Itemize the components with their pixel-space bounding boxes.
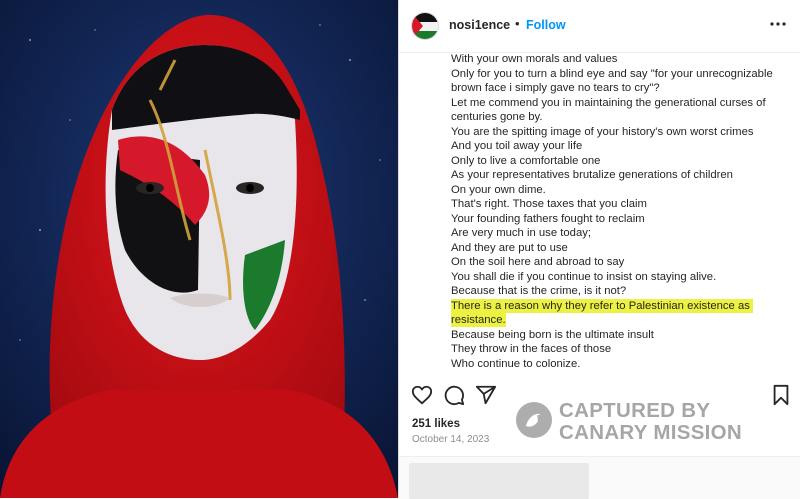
username[interactable]: nosi1ence — [449, 18, 510, 32]
watermark-line-2: CANARY MISSION — [559, 421, 743, 444]
post-details-pane: nosi1ence • Follow With your own morals … — [399, 0, 800, 499]
post-image[interactable] — [0, 0, 398, 498]
share-icon[interactable] — [475, 384, 497, 406]
caption-line: With your own morals and values — [451, 53, 618, 65]
caption-line: Who continue to colonize. — [451, 357, 581, 370]
caption-line: On the soil here and abroad to say — [451, 256, 625, 268]
separator-dot: • — [515, 16, 520, 31]
post-photo — [0, 0, 398, 498]
caption-line: You are the spitting image of your histo… — [451, 125, 754, 138]
caption-line: Only for you to turn a blind eye and say… — [451, 67, 776, 95]
caption-highlighted-line: There is a reason why they refer to Pale… — [451, 298, 796, 328]
post-date: October 14, 2023 — [412, 434, 490, 445]
follow-button[interactable]: Follow — [526, 18, 566, 32]
caption-line: And you toil away your life — [451, 140, 583, 152]
avatar[interactable] — [411, 12, 439, 40]
post-caption: With your own morals and values Only for… — [451, 52, 796, 372]
highlight-mark: There is a reason why they refer to Pale… — [451, 298, 754, 327]
post-header: nosi1ence • Follow — [399, 0, 800, 53]
watermark-text: CAPTURED BY CANARY MISSION — [559, 400, 742, 444]
watermark: CAPTURED BY CANARY MISSION — [516, 400, 776, 444]
caption-line: As your representatives brutalize genera… — [451, 169, 733, 181]
canary-logo-icon — [516, 402, 552, 438]
caption-line: That's right. Those taxes that you claim — [451, 198, 647, 210]
caption-line: And they are put to use — [451, 241, 568, 254]
heart-icon[interactable] — [411, 384, 433, 406]
likes-count[interactable]: 251 likes — [412, 418, 460, 430]
caption-line: Are very much in use today; — [451, 227, 592, 239]
caption-line: Your founding fathers fought to reclaim — [451, 212, 645, 225]
caption-line: Because being born is the ultimate insul… — [451, 328, 654, 341]
caption-line: On your own dime. — [451, 183, 546, 196]
caption-line: Let me commend you in maintaining the ge… — [451, 96, 769, 124]
comment-area — [399, 456, 800, 499]
watermark-line-1: CAPTURED BY — [559, 399, 711, 422]
caption-line: You shall die if you continue to insist … — [451, 270, 717, 283]
caption-line: Because that is the crime, is it not? — [451, 285, 627, 297]
more-options-icon[interactable] — [767, 13, 789, 35]
related-thumbnail[interactable] — [409, 463, 589, 499]
comment-icon[interactable] — [443, 384, 465, 406]
caption-line: They throw in the faces of those — [451, 343, 612, 355]
caption-line: Only to live a comfortable one — [451, 154, 601, 167]
avatar-image — [412, 13, 438, 39]
